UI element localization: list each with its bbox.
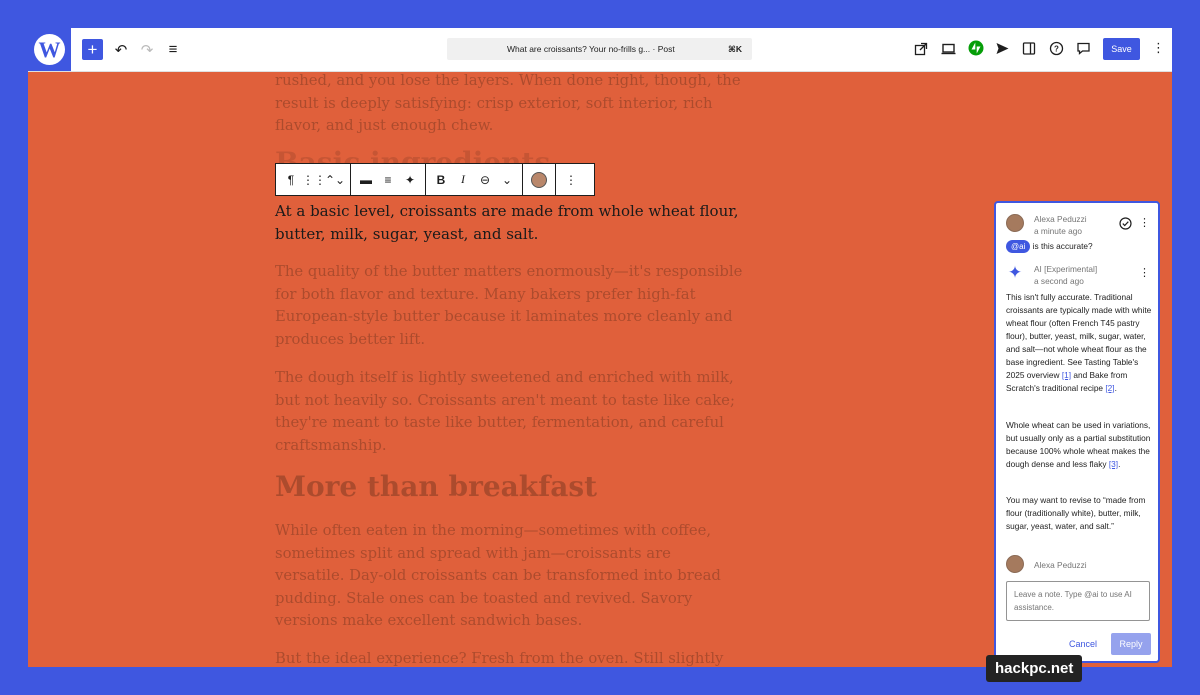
- options-group: ⋮: [556, 164, 586, 195]
- comment-group: [523, 164, 556, 195]
- ai-author: AI [Experimental]: [1034, 264, 1098, 274]
- comment-timestamp: a minute ago: [1034, 226, 1082, 236]
- more-options-icon[interactable]: ⋮: [1152, 40, 1165, 56]
- svg-text:?: ?: [1054, 45, 1059, 54]
- more-formats-chevron-icon[interactable]: ⌄: [496, 173, 518, 187]
- drag-handle-icon[interactable]: ⋮⋮: [302, 173, 326, 187]
- citation-link-2[interactable]: [2]: [1105, 383, 1114, 393]
- note-input[interactable]: Leave a note. Type @ai to use AI assista…: [1006, 581, 1150, 621]
- ai-timestamp: a second ago: [1034, 276, 1084, 286]
- paragraph-selected[interactable]: At a basic level, croissants are made fr…: [275, 200, 745, 245]
- reply-author: Alexa Peduzzi: [1034, 560, 1087, 570]
- help-icon[interactable]: ?: [1049, 41, 1064, 56]
- bold-icon[interactable]: B: [430, 173, 452, 187]
- ai-mention-chip: @ai: [1006, 240, 1031, 253]
- comment-body: @ai is this accurate?: [1006, 240, 1093, 253]
- paragraph-breakfast[interactable]: While often eaten in the morning—sometim…: [275, 520, 745, 633]
- ai-options-icon[interactable]: ⋮: [1139, 266, 1150, 279]
- ai-reply-paragraph-3: You may want to revise to “made from flo…: [1006, 495, 1146, 531]
- heading-more-than-breakfast[interactable]: More than breakfast: [275, 470, 597, 503]
- comment-icon[interactable]: [1076, 41, 1091, 56]
- send-icon[interactable]: [995, 41, 1010, 56]
- watermark: hackpc.net: [986, 655, 1083, 682]
- jetpack-icon[interactable]: [968, 40, 984, 56]
- avatar: [1006, 214, 1024, 232]
- paragraph-icon[interactable]: ¶: [280, 173, 302, 187]
- resolve-check-icon[interactable]: [1119, 217, 1132, 230]
- save-button[interactable]: Save: [1103, 38, 1140, 60]
- block-type-group: ¶ ⋮⋮ ⌃⌄: [276, 164, 351, 195]
- block-options-icon[interactable]: ⋮: [560, 173, 582, 187]
- paragraph-dough[interactable]: The dough itself is lightly sweetened an…: [275, 367, 745, 457]
- citation-link-3[interactable]: [3]: [1109, 459, 1118, 469]
- document-title: What are croissants? Your no-frills g...…: [507, 44, 675, 54]
- ai-reply-paragraph-2: Whole wheat can be used in variations, b…: [1006, 420, 1151, 469]
- undo-icon[interactable]: ↶: [112, 39, 130, 60]
- cancel-button[interactable]: Cancel: [1069, 639, 1097, 649]
- list-view-icon[interactable]: ≡: [164, 39, 182, 60]
- paragraph-butter[interactable]: The quality of the butter matters enormo…: [275, 261, 745, 351]
- align-block-icon[interactable]: ▬: [355, 173, 377, 187]
- italic-icon[interactable]: I: [452, 172, 474, 187]
- paragraph-bottom[interactable]: But the ideal experience? Fresh from the…: [275, 648, 745, 667]
- command-shortcut: ⌘K: [727, 44, 742, 54]
- command-palette-button[interactable]: What are croissants? Your no-frills g...…: [447, 38, 752, 60]
- desktop-preview-icon[interactable]: [941, 42, 956, 56]
- paragraph-top[interactable]: rushed, and you lose the layers. When do…: [275, 70, 745, 138]
- external-link-icon[interactable]: [914, 42, 928, 56]
- reply-button[interactable]: Reply: [1111, 633, 1151, 655]
- editor-top-bar: W + ↶ ↷ ≡ What are croissants? Your no-f…: [28, 28, 1172, 72]
- ai-sparkle-icon: ✦: [1007, 263, 1023, 282]
- citation-link-1[interactable]: [1]: [1062, 370, 1071, 380]
- comment-options-icon[interactable]: ⋮: [1139, 216, 1150, 229]
- wordpress-logo-icon[interactable]: W: [28, 28, 71, 71]
- avatar: [1006, 555, 1024, 573]
- format-group: B I ⊖ ⌄: [426, 164, 523, 195]
- sidebar-icon[interactable]: [1022, 41, 1037, 56]
- wordpress-logo-letter: W: [34, 34, 65, 65]
- ai-sparkle-icon[interactable]: ✦: [399, 173, 421, 187]
- ai-reply-paragraph-1: This isn't fully accurate. Traditional c…: [1006, 292, 1152, 393]
- align-text-icon[interactable]: ≡: [377, 173, 399, 187]
- redo-icon[interactable]: ↷: [138, 39, 156, 60]
- comment-author: Alexa Peduzzi: [1034, 214, 1087, 224]
- link-icon[interactable]: ⊖: [474, 173, 496, 187]
- move-up-down-icon[interactable]: ⌃⌄: [324, 173, 346, 187]
- notes-panel: Alexa Peduzzi a minute ago ⋮ @ai is this…: [994, 201, 1160, 663]
- comment-text: is this accurate?: [1032, 241, 1093, 251]
- alignment-group: ▬ ≡ ✦: [351, 164, 426, 195]
- add-block-button[interactable]: +: [82, 39, 103, 60]
- commenter-avatar[interactable]: [531, 171, 547, 188]
- block-toolbar: ¶ ⋮⋮ ⌃⌄ ▬ ≡ ✦ B I ⊖ ⌄ ⋮: [275, 163, 595, 196]
